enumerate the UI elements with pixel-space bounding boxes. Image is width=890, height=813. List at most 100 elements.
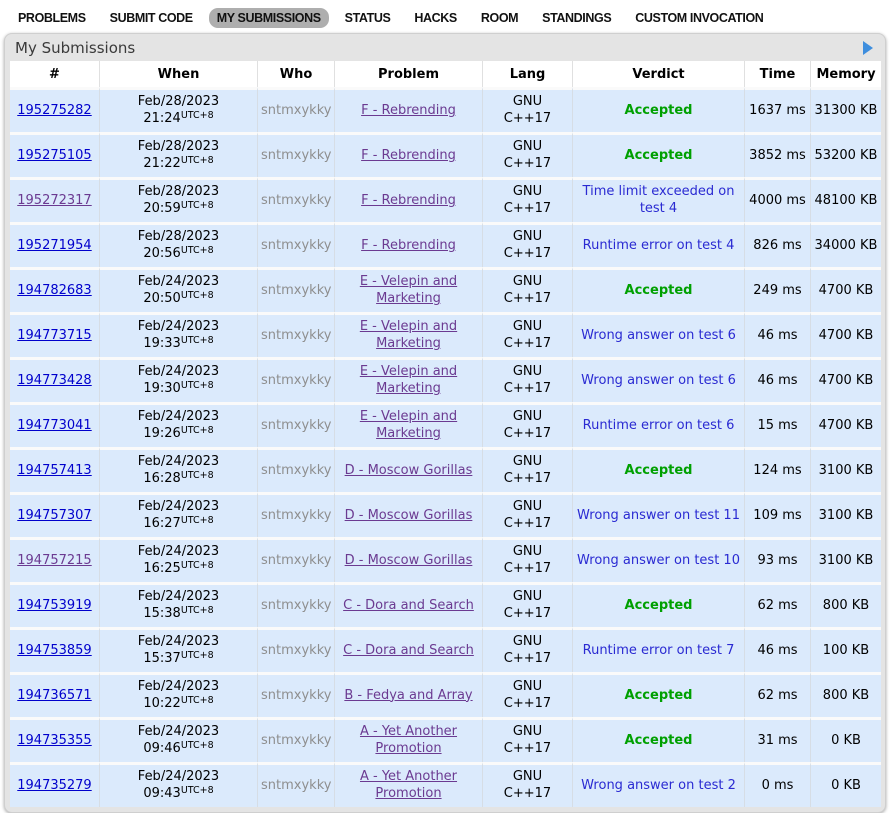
problem-link[interactable]: E - Velepin and Marketing (360, 364, 457, 396)
submission-id-link[interactable]: 194757413 (17, 463, 91, 478)
problem-link[interactable]: D - Moscow Gorillas (345, 463, 473, 478)
submission-id-link[interactable]: 194735355 (17, 733, 91, 748)
submission-date: Feb/24/2023 (103, 274, 254, 291)
submission-row: 194773428 Feb/24/2023 19:30UTC+8 sntmxyk… (10, 357, 881, 402)
verdict-cell: Wrong answer on test 6 (573, 312, 745, 357)
submission-id-link[interactable]: 194773428 (17, 373, 91, 388)
column-header-who: Who (258, 61, 335, 87)
submission-time: 20:59UTC+8 (103, 201, 254, 218)
problem-link[interactable]: C - Dora and Search (343, 643, 474, 658)
problem-link[interactable]: D - Moscow Gorillas (345, 508, 473, 523)
submission-row: 194782683 Feb/24/2023 20:50UTC+8 sntmxyk… (10, 267, 881, 312)
memory-cell: 3100 KB (811, 492, 881, 537)
problem-link[interactable]: F - Rebrending (361, 148, 456, 163)
problem-cell: F - Rebrending (335, 87, 483, 132)
memory-cell: 31300 KB (811, 87, 881, 132)
submission-id-link[interactable]: 194735279 (17, 778, 91, 793)
problem-cell: F - Rebrending (335, 132, 483, 177)
memory-cell: 0 KB (811, 762, 881, 807)
when-cell: Feb/28/2023 20:56UTC+8 (100, 222, 258, 267)
submission-time: 19:30UTC+8 (103, 381, 254, 398)
time-cell: 249 ms (745, 267, 811, 312)
verdict-cell: Accepted (573, 717, 745, 762)
verdict-cell: Wrong answer on test 10 (573, 537, 745, 582)
problem-link[interactable]: E - Velepin and Marketing (360, 274, 457, 306)
nav-item-room[interactable]: ROOM (473, 8, 526, 28)
problem-link[interactable]: E - Velepin and Marketing (360, 409, 457, 441)
verdict-text: Accepted (625, 283, 693, 300)
lang-cell: GNU C++17 (483, 177, 573, 222)
submission-id-link[interactable]: 194753919 (17, 598, 91, 613)
timezone-label: UTC+8 (181, 380, 214, 391)
problem-link[interactable]: A - Yet Another Promotion (360, 724, 457, 756)
time-cell: 46 ms (745, 312, 811, 357)
problem-link[interactable]: F - Rebrending (361, 193, 456, 208)
problem-link[interactable]: C - Dora and Search (343, 598, 474, 613)
when-cell: Feb/24/2023 15:38UTC+8 (100, 582, 258, 627)
verdict-cell: Runtime error on test 7 (573, 627, 745, 672)
verdict-text: Wrong answer on test 11 (577, 508, 740, 525)
submission-id-cell: 194782683 (10, 267, 100, 312)
lang-cell: GNU C++17 (483, 762, 573, 807)
column-header-when: When (100, 61, 258, 87)
submission-id-link[interactable]: 194753859 (17, 643, 91, 658)
submission-id-link[interactable]: 195272317 (17, 193, 91, 208)
submission-row: 194753859 Feb/24/2023 15:37UTC+8 sntmxyk… (10, 627, 881, 672)
problem-link[interactable]: D - Moscow Gorillas (345, 553, 473, 568)
submission-id-cell: 194773041 (10, 402, 100, 447)
problem-cell: A - Yet Another Promotion (335, 762, 483, 807)
nav-item-hacks[interactable]: HACKS (406, 8, 464, 28)
submission-id-link[interactable]: 195271954 (17, 238, 91, 253)
verdict-text: Time limit exceeded on test 4 (576, 184, 741, 218)
problem-cell: A - Yet Another Promotion (335, 717, 483, 762)
verdict-text: Accepted (625, 463, 693, 480)
problem-link[interactable]: E - Velepin and Marketing (360, 319, 457, 351)
lang-cell: GNU C++17 (483, 627, 573, 672)
submission-id-link[interactable]: 194773715 (17, 328, 91, 343)
problem-cell: E - Velepin and Marketing (335, 402, 483, 447)
timezone-label: UTC+8 (181, 110, 214, 121)
problem-link[interactable]: F - Rebrending (361, 103, 456, 118)
problem-link[interactable]: B - Fedya and Array (344, 688, 472, 703)
submission-row: 194757307 Feb/24/2023 16:27UTC+8 sntmxyk… (10, 492, 881, 537)
submission-id-link[interactable]: 195275282 (17, 103, 91, 118)
when-cell: Feb/24/2023 15:37UTC+8 (100, 627, 258, 672)
submission-date: Feb/24/2023 (103, 544, 254, 561)
who-cell: sntmxykky (258, 267, 335, 312)
timezone-label: UTC+8 (181, 695, 214, 706)
who-cell: sntmxykky (258, 177, 335, 222)
submission-date: Feb/28/2023 (103, 184, 254, 201)
play-arrow-icon[interactable] (863, 41, 873, 55)
nav-item-custom-invocation[interactable]: CUSTOM INVOCATION (627, 8, 771, 28)
lang-cell: GNU C++17 (483, 222, 573, 267)
nav-item-my-submissions[interactable]: MY SUBMISSIONS (209, 8, 329, 28)
submission-id-link[interactable]: 194782683 (17, 283, 91, 298)
verdict-text: Accepted (625, 733, 693, 750)
submission-date: Feb/24/2023 (103, 724, 254, 741)
memory-cell: 4700 KB (811, 312, 881, 357)
verdict-cell: Wrong answer on test 6 (573, 357, 745, 402)
lang-cell: GNU C++17 (483, 132, 573, 177)
submission-id-link[interactable]: 195275105 (17, 148, 91, 163)
submission-id-link[interactable]: 194773041 (17, 418, 91, 433)
submission-time: 20:56UTC+8 (103, 246, 254, 263)
problem-link[interactable]: F - Rebrending (361, 238, 456, 253)
nav-item-status[interactable]: STATUS (337, 8, 399, 28)
who-cell: sntmxykky (258, 357, 335, 402)
submission-id-link[interactable]: 194757215 (17, 553, 91, 568)
when-cell: Feb/28/2023 20:59UTC+8 (100, 177, 258, 222)
nav-item-submit-code[interactable]: SUBMIT CODE (102, 8, 201, 28)
problem-link[interactable]: A - Yet Another Promotion (360, 769, 457, 801)
submission-id-link[interactable]: 194736571 (17, 688, 91, 703)
submission-id-link[interactable]: 194757307 (17, 508, 91, 523)
submission-row: 194735279 Feb/24/2023 09:43UTC+8 sntmxyk… (10, 762, 881, 807)
verdict-cell: Runtime error on test 6 (573, 402, 745, 447)
submission-time: 19:33UTC+8 (103, 336, 254, 353)
verdict-cell: Accepted (573, 87, 745, 132)
submission-time: 21:24UTC+8 (103, 111, 254, 128)
nav-item-standings[interactable]: STANDINGS (534, 8, 619, 28)
submission-time: 09:46UTC+8 (103, 741, 254, 758)
nav-item-problems[interactable]: PROBLEMS (10, 8, 94, 28)
problem-cell: C - Dora and Search (335, 582, 483, 627)
timezone-label: UTC+8 (181, 155, 214, 166)
